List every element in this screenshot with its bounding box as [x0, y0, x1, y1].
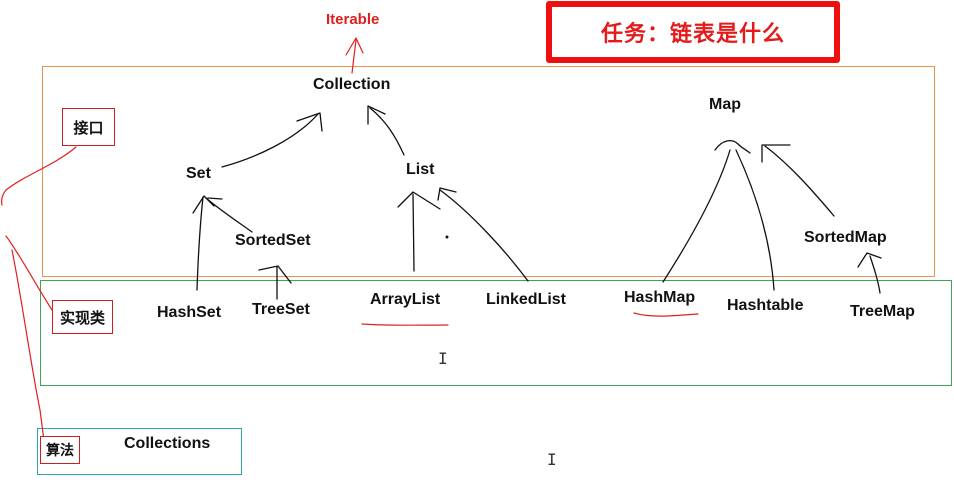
underline-arraylist [361, 323, 449, 326]
arrow-linkedlist-to-list [439, 189, 529, 282]
underline-hashmap [633, 312, 699, 317]
node-tree-set: TreeSet [252, 301, 310, 318]
arrow-hashmap-to-map [662, 149, 731, 283]
node-sorted-map: SortedMap [804, 229, 887, 246]
node-array-list: ArrayList [370, 291, 441, 308]
node-sorted-set: SortedSet [235, 232, 311, 249]
node-map: Map [709, 96, 741, 113]
section-tag-implementation: 实现类 [52, 300, 113, 334]
arrow-sortedset-to-set [205, 197, 253, 233]
arrow-arraylist-to-list [412, 193, 415, 272]
section-tag-algorithm: 算法 [40, 436, 80, 464]
connector-implementation [5, 235, 53, 311]
node-collections: Collections [124, 435, 211, 452]
section-tag-interface: 接口 [62, 108, 115, 146]
text-cursor-icon: I [438, 349, 448, 368]
node-hash-map: HashMap [624, 289, 696, 306]
connector-interface [1, 146, 77, 206]
arrow-sortedmap-to-map [764, 145, 835, 217]
arrow-hashtable-to-map [735, 149, 775, 291]
node-hashtable: Hashtable [727, 297, 804, 314]
node-list: List [406, 161, 435, 178]
node-set: Set [186, 165, 211, 182]
arrow-set-to-collection [221, 113, 319, 168]
text-cursor-icon: I [547, 450, 557, 469]
node-linked-list: LinkedList [486, 291, 567, 308]
task-title: 任务：链表是什么 [600, 22, 785, 47]
arrow-treemap-to-sortedmap [869, 255, 881, 294]
task-title-box: 任务：链表是什么 [546, 1, 840, 63]
node-tree-map: TreeMap [850, 303, 915, 320]
node-collection: Collection [313, 76, 391, 93]
arrow-list-to-collection [369, 107, 405, 156]
connector-algorithm [11, 249, 47, 457]
node-hash-set: HashSet [157, 304, 222, 321]
arrow-hashset-to-set [196, 196, 204, 291]
node-iterable: Iterable [326, 11, 380, 28]
